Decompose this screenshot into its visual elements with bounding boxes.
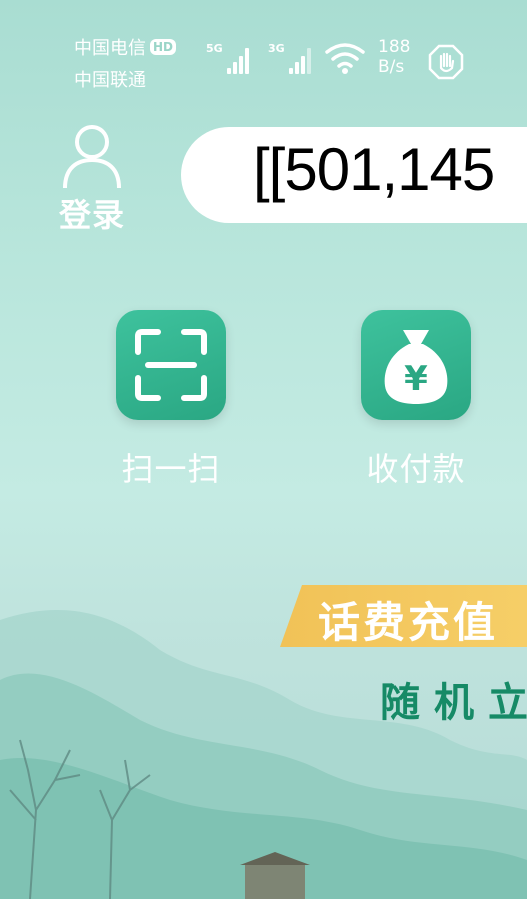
- network-speed: 188 B/s: [378, 37, 410, 77]
- carrier-secondary: 中国联通: [74, 70, 146, 91]
- signal-icon: 5G: [206, 42, 249, 74]
- search-input[interactable]: [[501,145: [181, 127, 527, 223]
- wifi-icon: [325, 43, 365, 74]
- speed-unit: B/s: [378, 57, 405, 77]
- carrier-primary: 中国电信 HD: [74, 34, 177, 60]
- pay-receive-button[interactable]: ¥ 收付款: [341, 310, 491, 490]
- scan-button[interactable]: 扫一扫: [96, 310, 246, 490]
- money-bag-icon: ¥: [384, 330, 448, 404]
- pay-tile: ¥: [361, 310, 471, 420]
- recharge-banner[interactable]: 话费充值: [280, 585, 527, 647]
- svg-text:¥: ¥: [404, 359, 428, 399]
- app-screen: 中国电信 HD 中国联通 5G 3G 188 B/s 登录 [[501,145 …: [0, 0, 527, 899]
- signal-tag-3g: 3G: [268, 42, 285, 55]
- search-text: [[501,145: [253, 136, 495, 203]
- signal-tag-5g: 5G: [206, 42, 223, 55]
- user-icon: [63, 125, 121, 189]
- signal-icon: 3G: [268, 42, 311, 74]
- speed-value: 188: [378, 37, 411, 57]
- scan-icon: [135, 329, 207, 401]
- login-button[interactable]: 登录: [56, 122, 128, 236]
- scan-label: 扫一扫: [121, 450, 221, 488]
- hd-badge: HD: [150, 39, 177, 55]
- login-label: 登录: [58, 196, 125, 234]
- scan-tile: [116, 310, 226, 420]
- promo-subtitle: 随机立: [380, 679, 527, 726]
- hand-icon: [428, 44, 464, 80]
- banner-title: 话费充值: [318, 598, 499, 647]
- pay-label: 收付款: [366, 450, 466, 488]
- status-bar: 中国电信 HD 中国联通 5G 3G 188 B/s: [0, 0, 527, 100]
- carrier-primary-label: 中国电信: [74, 38, 146, 59]
